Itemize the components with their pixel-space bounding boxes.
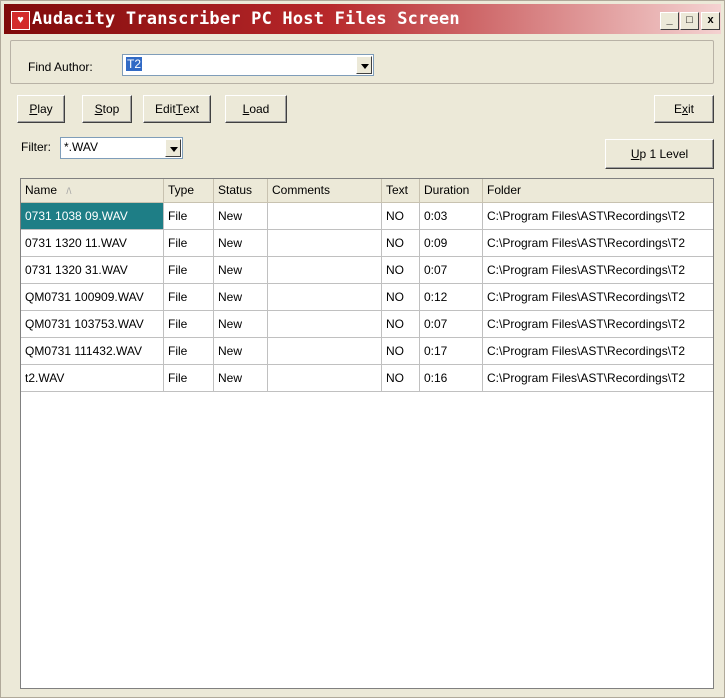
table-cell-text[interactable]: NO <box>382 257 420 284</box>
stop-mnemonic: S <box>94 102 103 116</box>
table-cell-status[interactable]: New <box>214 203 268 230</box>
table-cell-duration[interactable]: 0:03 <box>420 203 483 230</box>
table-cell-text[interactable]: NO <box>382 284 420 311</box>
stop-button[interactable]: Stop <box>82 95 132 123</box>
column-header-name[interactable]: Name /\ <box>21 179 164 203</box>
find-author-label: Find Author: <box>28 60 93 74</box>
table-cell-duration[interactable]: 0:07 <box>420 311 483 338</box>
table-cell-duration[interactable]: 0:12 <box>420 284 483 311</box>
table-cell-text[interactable]: NO <box>382 230 420 257</box>
load-mnemonic: L <box>242 102 250 116</box>
table-cell-folder[interactable]: C:\Program Files\AST\Recordings\T2 <box>483 284 713 311</box>
table-cell-duration[interactable]: 0:17 <box>420 338 483 365</box>
play-button[interactable]: Play <box>17 95 65 123</box>
stop-label-rest: top <box>102 102 120 116</box>
table-cell-folder[interactable]: C:\Program Files\AST\Recordings\T2 <box>483 338 713 365</box>
find-author-dropdown-arrow-icon[interactable] <box>356 56 372 74</box>
table-cell-comments[interactable] <box>268 311 382 338</box>
find-author-combo[interactable]: T2 <box>122 54 374 76</box>
filter-dropdown-arrow-icon[interactable] <box>165 139 181 157</box>
table-cell-comments[interactable] <box>268 203 382 230</box>
load-label-rest: oad <box>249 102 270 116</box>
table-cell-name[interactable]: QM0731 103753.WAV <box>21 311 164 338</box>
table-cell-folder[interactable]: C:\Program Files\AST\Recordings\T2 <box>483 365 713 392</box>
filter-label: Filter: <box>21 140 51 154</box>
table-cell-status[interactable]: New <box>214 257 268 284</box>
column-header-duration[interactable]: Duration <box>420 179 483 203</box>
table-cell-status[interactable]: New <box>214 284 268 311</box>
table-cell-name[interactable]: 0731 1038 09.WAV <box>21 203 164 230</box>
audacity-app-icon[interactable]: ♥ <box>11 11 30 30</box>
load-button[interactable]: Load <box>225 95 287 123</box>
table-cell-folder[interactable]: C:\Program Files\AST\Recordings\T2 <box>483 311 713 338</box>
up-label-rest: p 1 Level <box>639 147 689 161</box>
table-cell-type[interactable]: File <box>164 284 214 311</box>
table-cell-status[interactable]: New <box>214 338 268 365</box>
table-cell-status[interactable]: New <box>214 230 268 257</box>
edit-label-pre: Edit <box>154 102 176 116</box>
table-cell-name[interactable]: 0731 1320 11.WAV <box>21 230 164 257</box>
table-cell-name[interactable]: QM0731 111432.WAV <box>21 338 164 365</box>
close-button[interactable]: x <box>701 12 720 30</box>
table-cell-type[interactable]: File <box>164 230 214 257</box>
table-cell-type[interactable]: File <box>164 365 214 392</box>
table-cell-type[interactable]: File <box>164 203 214 230</box>
column-header-comments[interactable]: Comments <box>268 179 382 203</box>
table-cell-text[interactable]: NO <box>382 365 420 392</box>
table-cell-status[interactable]: New <box>214 311 268 338</box>
column-header-status[interactable]: Status <box>214 179 268 203</box>
filter-combo[interactable]: *.WAV <box>60 137 183 159</box>
edit-text-button[interactable]: Edit Text <box>143 95 211 123</box>
exit-button[interactable]: Exit <box>654 95 714 123</box>
column-header-type[interactable]: Type <box>164 179 214 203</box>
find-author-value[interactable]: T2 <box>126 57 143 71</box>
exit-label-post: it <box>688 102 694 116</box>
table-cell-status[interactable]: New <box>214 365 268 392</box>
table-cell-folder[interactable]: C:\Program Files\AST\Recordings\T2 <box>483 203 713 230</box>
table-cell-comments[interactable] <box>268 338 382 365</box>
table-cell-duration[interactable]: 0:09 <box>420 230 483 257</box>
filter-value[interactable]: *.WAV <box>64 140 98 154</box>
title-bar[interactable]: ♥ Audacity Transcriber PC Host Files Scr… <box>4 4 721 34</box>
table-cell-text[interactable]: NO <box>382 338 420 365</box>
table-cell-comments[interactable] <box>268 284 382 311</box>
table-cell-folder[interactable]: C:\Program Files\AST\Recordings\T2 <box>483 230 713 257</box>
table-cell-type[interactable]: File <box>164 338 214 365</box>
edit-label-post: ext <box>183 102 200 116</box>
table-cell-comments[interactable] <box>268 365 382 392</box>
files-table[interactable]: Name /\ Type Status Comments Text Durati… <box>20 178 714 689</box>
host-files-window: ♥ Audacity Transcriber PC Host Files Scr… <box>0 0 725 698</box>
column-header-folder[interactable]: Folder <box>483 179 713 203</box>
up-mnemonic: U <box>630 147 640 161</box>
maximize-button[interactable]: □ <box>680 12 699 30</box>
table-cell-type[interactable]: File <box>164 311 214 338</box>
column-header-text[interactable]: Text <box>382 179 420 203</box>
up-one-level-button[interactable]: Up 1 Level <box>605 139 714 169</box>
table-cell-folder[interactable]: C:\Program Files\AST\Recordings\T2 <box>483 257 713 284</box>
table-cell-name[interactable]: QM0731 100909.WAV <box>21 284 164 311</box>
table-cell-comments[interactable] <box>268 257 382 284</box>
table-cell-duration[interactable]: 0:07 <box>420 257 483 284</box>
table-cell-comments[interactable] <box>268 230 382 257</box>
table-cell-text[interactable]: NO <box>382 311 420 338</box>
table-cell-name[interactable]: t2.WAV <box>21 365 164 392</box>
edit-mnemonic: T <box>175 102 183 116</box>
table-cell-text[interactable]: NO <box>382 203 420 230</box>
play-mnemonic: P <box>29 102 38 116</box>
window-title: Audacity Transcriber PC Host Files Scree… <box>32 9 460 29</box>
sort-ascending-icon: /\ <box>66 186 72 196</box>
table-cell-duration[interactable]: 0:16 <box>420 365 483 392</box>
table-cell-name[interactable]: 0731 1320 31.WAV <box>21 257 164 284</box>
column-header-name-label: Name <box>25 183 58 197</box>
table-cell-type[interactable]: File <box>164 257 214 284</box>
minimize-button[interactable]: _ <box>660 12 679 30</box>
play-label-rest: lay <box>37 102 53 116</box>
exit-label-pre: E <box>673 102 682 116</box>
